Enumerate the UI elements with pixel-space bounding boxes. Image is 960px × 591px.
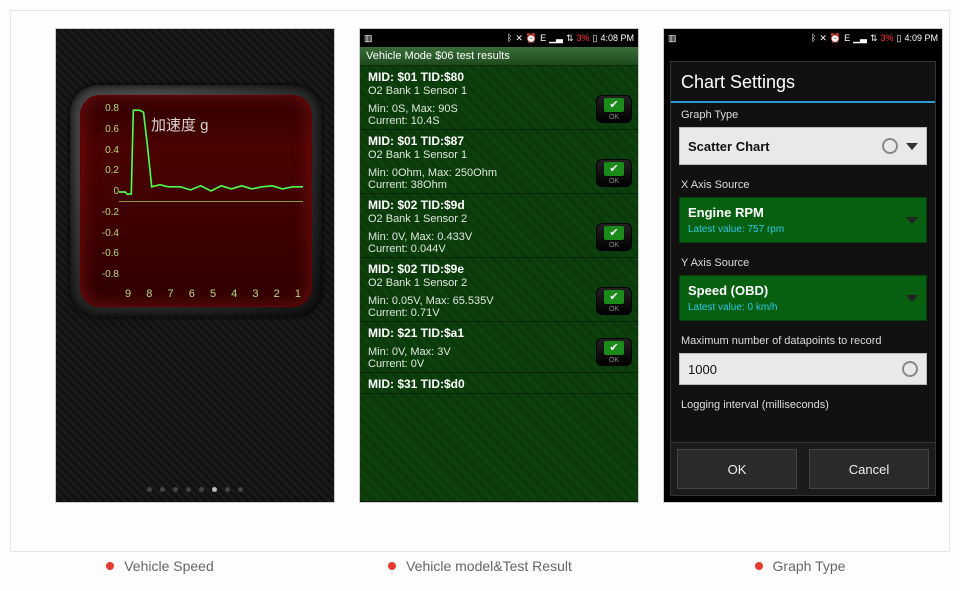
check-icon: ✔ <box>604 162 624 176</box>
result-ok-button[interactable]: ✔OK <box>596 223 632 251</box>
status-time: 4:08 PM <box>600 33 634 43</box>
check-icon: ✔ <box>604 290 624 304</box>
bullet-icon <box>106 562 114 570</box>
label-graph-type: Graph Type <box>671 103 935 123</box>
chevron-down-icon <box>906 295 918 302</box>
caption-2: Vehicle model&Test Result <box>406 558 572 574</box>
label-max-datapoints: Maximum number of datapoints to record <box>671 329 935 349</box>
result-header: MID: $21 TID:$a1 <box>368 326 630 340</box>
label-logging-interval: Logging interval (milliseconds) <box>671 393 935 413</box>
wifi-icon: ⇅ <box>870 33 878 44</box>
caption-1: Vehicle Speed <box>124 558 214 574</box>
gallery-frame: 加速度 g 0.8 0.6 0.4 0.2 0 -0.2 -0.4 -0.6 -… <box>10 10 950 552</box>
bluetooth-icon: ᛒ <box>507 33 512 43</box>
caption-3: Graph Type <box>773 558 846 574</box>
battery-pct: 3% <box>881 33 894 43</box>
label-y-axis: Y Axis Source <box>671 251 935 271</box>
result-ok-button[interactable]: ✔OK <box>596 338 632 366</box>
label-x-axis: X Axis Source <box>671 173 935 193</box>
battery-pct: 3% <box>577 33 590 43</box>
result-subtitle: O2 Bank 1 Sensor 2 <box>368 277 630 289</box>
signal-icon: ▁▃ <box>853 33 867 44</box>
result-ok-button[interactable]: ✔OK <box>596 95 632 123</box>
screen-title: Vehicle Mode $06 test results <box>360 47 638 66</box>
result-block: MID: $01 TID:$87O2 Bank 1 Sensor 1 Min: 0… <box>360 130 638 194</box>
y-axis-spinner[interactable]: Speed (OBD) Latest value: 0 km/h <box>679 275 927 321</box>
result-block: MID: $02 TID:$9eO2 Bank 1 Sensor 2 Min: 0… <box>360 258 638 322</box>
signal-icon: ▁▃ <box>549 33 563 44</box>
page-indicator[interactable] <box>56 487 334 492</box>
check-icon: ✔ <box>604 226 624 240</box>
mute-icon: ✕ <box>515 33 523 44</box>
result-subtitle: O2 Bank 1 Sensor 1 <box>368 85 630 97</box>
status-bar: ▥ ᛒ ✕ ⏰ E ▁▃ ⇅ 3% ▯ 4:08 PM <box>360 29 638 47</box>
status-time: 4:09 PM <box>904 33 938 43</box>
result-values: Min: 0S, Max: 90S Current: 10.4S <box>368 103 630 127</box>
result-header: MID: $31 TID:$d0 <box>368 377 630 391</box>
app-icon: ▥ <box>364 33 373 44</box>
chevron-down-icon <box>906 143 918 150</box>
bluetooth-icon: ᛒ <box>811 33 816 43</box>
app-icon: ▥ <box>668 33 677 44</box>
result-values: Min: 0.05V, Max: 65.535V Current: 0.71V <box>368 295 630 319</box>
result-ok-button[interactable]: ✔OK <box>596 159 632 187</box>
check-icon: ✔ <box>604 341 624 355</box>
gauge-y-axis: 0.8 0.6 0.4 0.2 0 -0.2 -0.4 -0.6 -0.8 <box>83 104 119 280</box>
gauge-panel: 加速度 g 0.8 0.6 0.4 0.2 0 -0.2 -0.4 -0.6 -… <box>70 85 322 317</box>
bullet-icon <box>388 562 396 570</box>
cancel-button[interactable]: Cancel <box>809 449 929 489</box>
x-axis-spinner[interactable]: Engine RPM Latest value: 757 rpm <box>679 197 927 243</box>
graph-type-spinner[interactable]: Scatter Chart <box>679 127 927 165</box>
bullet-icon <box>755 562 763 570</box>
result-subtitle: O2 Bank 1 Sensor 1 <box>368 149 630 161</box>
chevron-down-icon <box>906 217 918 224</box>
result-header: MID: $02 TID:$9e <box>368 262 630 276</box>
dialog-title: Chart Settings <box>671 62 935 103</box>
radio-icon <box>882 138 898 154</box>
result-block: MID: $02 TID:$9dO2 Bank 1 Sensor 2 Min: 0… <box>360 194 638 258</box>
phone-screenshot-3: ▥ ᛒ ✕ ⏰ E ▁▃ ⇅ 3% ▯ 4:09 PM Chart Settin… <box>663 28 943 503</box>
edge-icon: E <box>540 33 546 43</box>
battery-icon: ▯ <box>593 33 598 44</box>
result-block: MID: $31 TID:$d0 <box>360 373 638 394</box>
result-header: MID: $01 TID:$80 <box>368 70 630 84</box>
result-subtitle: O2 Bank 1 Sensor 2 <box>368 213 630 225</box>
wifi-icon: ⇅ <box>566 33 574 44</box>
alarm-icon: ⏰ <box>830 33 841 44</box>
dialog-footer: OK Cancel <box>671 442 935 495</box>
radio-icon <box>902 361 918 377</box>
gauge-trace <box>119 104 303 280</box>
result-header: MID: $01 TID:$87 <box>368 134 630 148</box>
battery-icon: ▯ <box>897 33 902 44</box>
max-datapoints-field[interactable]: 1000 <box>679 353 927 385</box>
gauge-x-axis: 1 2 3 4 5 6 7 8 9 <box>125 288 301 300</box>
result-ok-button[interactable]: ✔OK <box>596 287 632 315</box>
result-header: MID: $02 TID:$9d <box>368 198 630 212</box>
mute-icon: ✕ <box>819 33 827 44</box>
phone-screenshot-2: ▥ ᛒ ✕ ⏰ E ▁▃ ⇅ 3% ▯ 4:08 PM Vehicle Mode… <box>359 28 639 503</box>
edge-icon: E <box>844 33 850 43</box>
ok-button[interactable]: OK <box>677 449 797 489</box>
alarm-icon: ⏰ <box>526 33 537 44</box>
status-bar: ▥ ᛒ ✕ ⏰ E ▁▃ ⇅ 3% ▯ 4:09 PM <box>664 29 942 47</box>
result-values: Min: 0V, Max: 3V Current: 0V <box>368 346 630 370</box>
results-list[interactable]: MID: $01 TID:$80O2 Bank 1 Sensor 1Min: 0… <box>360 66 638 501</box>
captions-row: Vehicle Speed Vehicle model&Test Result … <box>0 558 960 574</box>
chart-settings-dialog: Chart Settings Graph Type Scatter Chart … <box>670 61 936 496</box>
result-block: MID: $01 TID:$80O2 Bank 1 Sensor 1 Min: 0… <box>360 66 638 130</box>
check-icon: ✔ <box>604 98 624 112</box>
result-block: MID: $21 TID:$a1 Min: 0V, Max: 3V Current… <box>360 322 638 373</box>
result-values: Min: 0V, Max: 0.433V Current: 0.044V <box>368 231 630 255</box>
result-values: Min: 0Ohm, Max: 250Ohm Current: 38Ohm <box>368 167 630 191</box>
phone-screenshot-1: 加速度 g 0.8 0.6 0.4 0.2 0 -0.2 -0.4 -0.6 -… <box>55 28 335 503</box>
